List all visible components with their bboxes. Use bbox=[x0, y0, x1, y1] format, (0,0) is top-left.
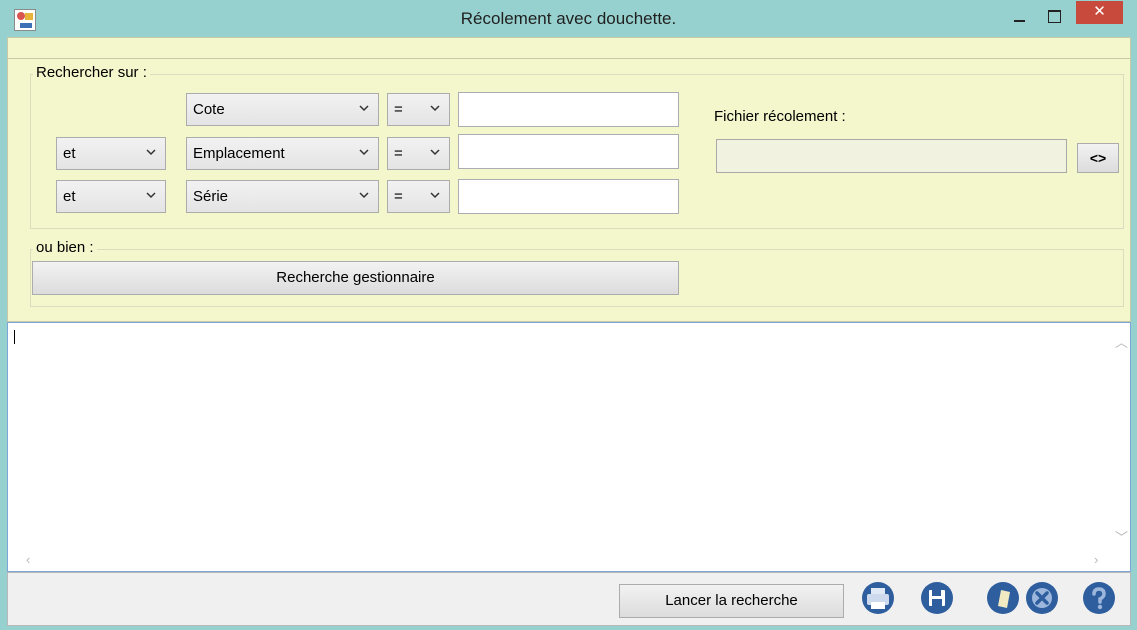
search-legend: Rechercher sur : bbox=[33, 64, 150, 81]
chevron-down-icon bbox=[145, 189, 157, 201]
connector-select-3-value: et bbox=[63, 188, 76, 205]
file-label: Fichier récolement : bbox=[714, 108, 846, 125]
chevron-down-icon bbox=[358, 146, 370, 158]
chevron-down-icon bbox=[429, 189, 441, 201]
operator-select-1-value: = bbox=[394, 101, 403, 118]
close-button[interactable]: ✕ bbox=[1076, 1, 1123, 24]
file-path-input[interactable] bbox=[716, 139, 1067, 173]
manager-search-button[interactable]: Recherche gestionnaire bbox=[32, 261, 679, 295]
field-select-3[interactable]: Série bbox=[186, 180, 379, 213]
chevron-down-icon bbox=[358, 189, 370, 201]
scroll-left-icon[interactable]: ‹ bbox=[26, 552, 30, 567]
text-caret bbox=[14, 330, 15, 344]
title-bar: Récolement avec douchette. ✕ bbox=[0, 0, 1137, 37]
chevron-down-icon bbox=[429, 146, 441, 158]
field-select-3-value: Série bbox=[193, 188, 229, 205]
save-icon[interactable] bbox=[920, 581, 954, 615]
field-select-1-value: Cote bbox=[193, 101, 225, 118]
operator-select-2-value: = bbox=[394, 145, 403, 162]
results-textarea[interactable] bbox=[7, 322, 1131, 572]
scroll-up-icon[interactable]: ︿ bbox=[1115, 332, 1128, 351]
operator-select-3-value: = bbox=[394, 188, 403, 205]
launch-search-button[interactable]: Lancer la recherche bbox=[619, 584, 844, 618]
operator-select-1[interactable]: = bbox=[387, 93, 450, 126]
eraser-icon[interactable] bbox=[986, 581, 1020, 615]
operator-select-2[interactable]: = bbox=[387, 137, 450, 170]
operator-select-3[interactable]: = bbox=[387, 180, 450, 213]
scroll-down-icon[interactable]: ﹀ bbox=[1115, 527, 1128, 546]
chevron-down-icon bbox=[145, 146, 157, 158]
panel-top bbox=[7, 37, 1131, 59]
value-input-1[interactable] bbox=[458, 92, 679, 127]
value-input-3[interactable] bbox=[458, 179, 679, 214]
connector-select-3[interactable]: et bbox=[56, 180, 166, 213]
scroll-right-icon[interactable]: › bbox=[1094, 552, 1098, 567]
help-icon[interactable] bbox=[1082, 581, 1116, 615]
browse-button[interactable]: <> bbox=[1077, 143, 1119, 173]
field-select-2-value: Emplacement bbox=[193, 145, 285, 162]
minimize-button[interactable] bbox=[1006, 4, 1034, 28]
connector-select-2[interactable]: et bbox=[56, 137, 166, 170]
connector-select-2-value: et bbox=[63, 145, 76, 162]
footer-bar bbox=[7, 572, 1131, 626]
field-select-1[interactable]: Cote bbox=[186, 93, 379, 126]
alt-legend: ou bien : bbox=[33, 239, 97, 256]
window-title: Récolement avec douchette. bbox=[460, 9, 677, 28]
cancel-icon[interactable] bbox=[1025, 581, 1059, 615]
chevron-down-icon bbox=[429, 102, 441, 114]
maximize-button[interactable] bbox=[1040, 4, 1068, 28]
printer-icon[interactable] bbox=[861, 581, 895, 615]
value-input-2[interactable] bbox=[458, 134, 679, 169]
field-select-2[interactable]: Emplacement bbox=[186, 137, 379, 170]
chevron-down-icon bbox=[358, 102, 370, 114]
